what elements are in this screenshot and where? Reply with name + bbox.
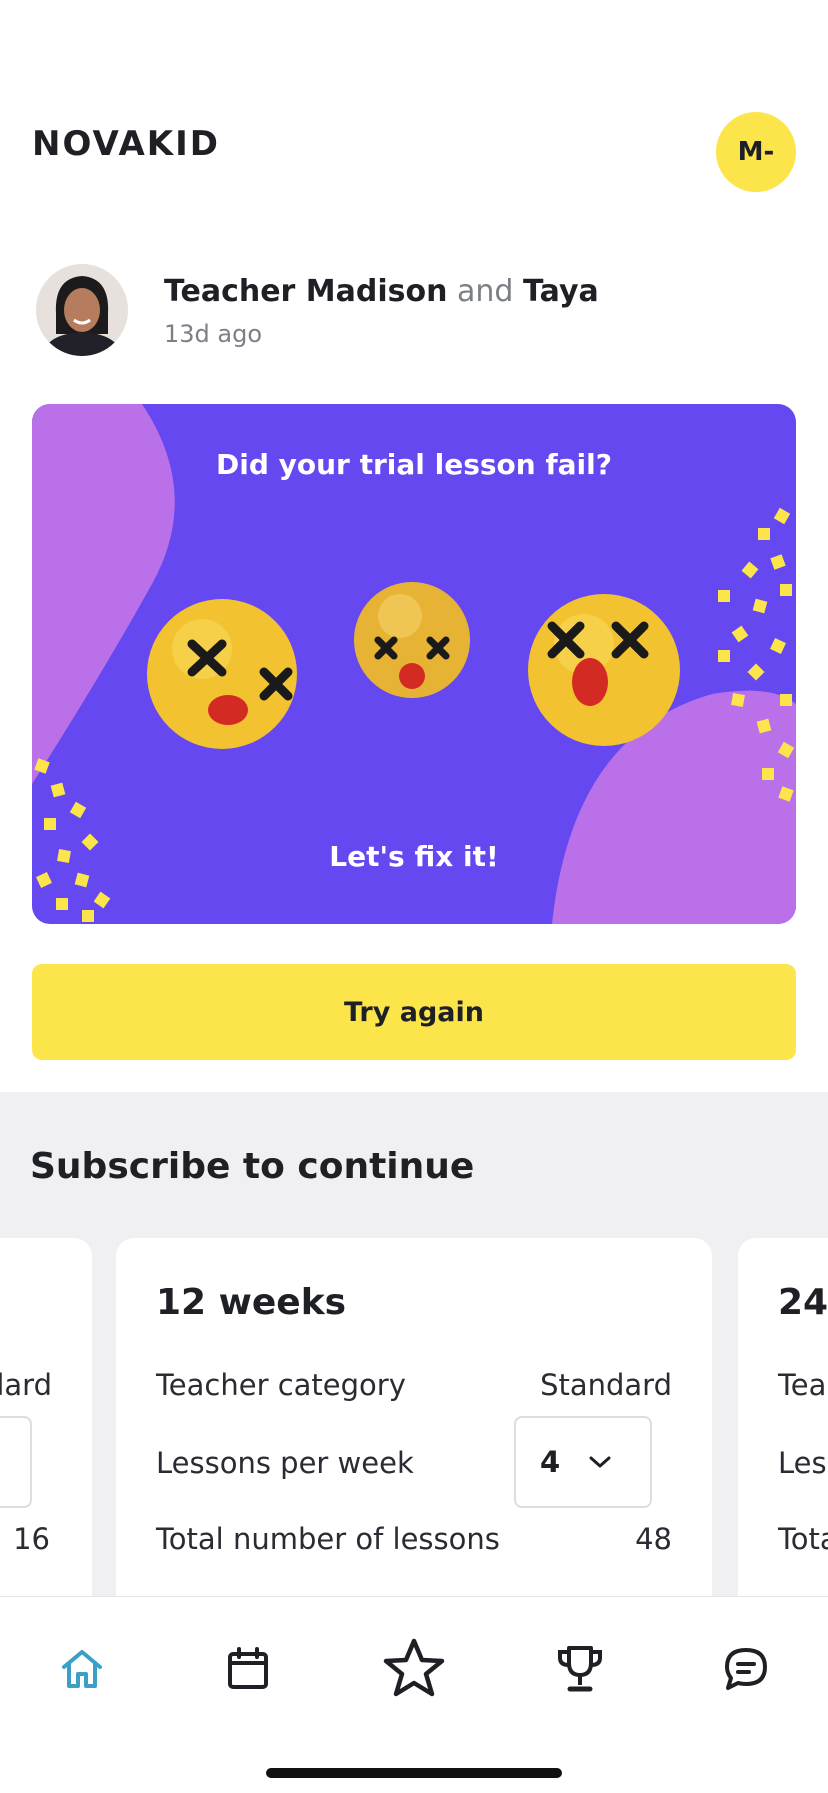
student-name[interactable]: Taya: [523, 274, 599, 309]
banner-subtitle: Let's fix it!: [329, 840, 499, 873]
subscribe-title: Subscribe to continue: [30, 1146, 475, 1187]
trial-fail-banner[interactable]: Did your trial lesson fail? Let's fix it…: [32, 404, 796, 924]
teacher-name[interactable]: Teacher Madison: [164, 274, 447, 309]
plan-card-next[interactable]: 24 Teac Less Tota: [738, 1238, 828, 1596]
lessons-per-week-select[interactable]: 4: [514, 1416, 652, 1508]
teacher-category-label: Teacher category: [156, 1368, 406, 1402]
teacher-category-label: Teac: [778, 1368, 828, 1402]
plan-card-previous[interactable]: lard 16: [0, 1238, 92, 1596]
total-lessons-label: Total number of lessons: [156, 1522, 500, 1556]
total-lessons-value: 48: [635, 1522, 672, 1556]
lessons-per-week-value: 4: [540, 1445, 561, 1479]
nav-chat[interactable]: [706, 1629, 786, 1709]
lessons-per-week-label: Less: [778, 1446, 828, 1480]
nav-calendar[interactable]: [208, 1629, 288, 1709]
connector-text: and: [457, 274, 514, 309]
lessons-per-week-label: Lessons per week: [156, 1446, 414, 1480]
chevron-down-icon: [589, 1456, 611, 1468]
teacher-avatar: [36, 264, 128, 356]
banner-title: Did your trial lesson fail?: [216, 448, 612, 481]
home-icon: [62, 1650, 102, 1688]
dizzy-face-icon: [528, 594, 680, 746]
app-header: NOVAKID M-: [0, 0, 828, 230]
lessons-select[interactable]: [0, 1416, 32, 1508]
dizzy-face-icon: [354, 582, 470, 698]
profile-avatar-button[interactable]: M-: [716, 112, 796, 192]
post-participants: Teacher Madison and Taya: [164, 274, 599, 309]
bottom-navigation: [0, 1596, 828, 1793]
home-indicator: [266, 1768, 562, 1778]
plan-title: 12 weeks: [156, 1282, 347, 1323]
nav-favorites[interactable]: [374, 1629, 454, 1709]
nav-achievements[interactable]: [540, 1629, 620, 1709]
total-lessons-value: 16: [13, 1522, 50, 1556]
try-again-button[interactable]: Try again: [32, 964, 796, 1060]
plan-title: 24: [778, 1282, 828, 1323]
post-time: 13d ago: [164, 320, 263, 348]
novakid-logo: NOVAKID: [32, 124, 220, 164]
chat-icon: [725, 1648, 767, 1690]
plan-card-12-weeks[interactable]: 12 weeks Teacher category Standard Lesso…: [116, 1238, 712, 1596]
post-header: Teacher Madison and Taya 13d ago: [36, 264, 796, 364]
trophy-icon: [558, 1646, 602, 1692]
teacher-category-value: lard: [0, 1368, 52, 1402]
nav-home[interactable]: [42, 1629, 122, 1709]
total-lessons-label: Tota: [778, 1522, 828, 1556]
dizzy-face-icon: [147, 599, 297, 749]
calendar-icon: [228, 1647, 268, 1689]
subscribe-section: Subscribe to continue lard 16 12 weeks T…: [0, 1092, 828, 1596]
star-icon: [383, 1638, 445, 1697]
teacher-category-value: Standard: [540, 1368, 672, 1402]
